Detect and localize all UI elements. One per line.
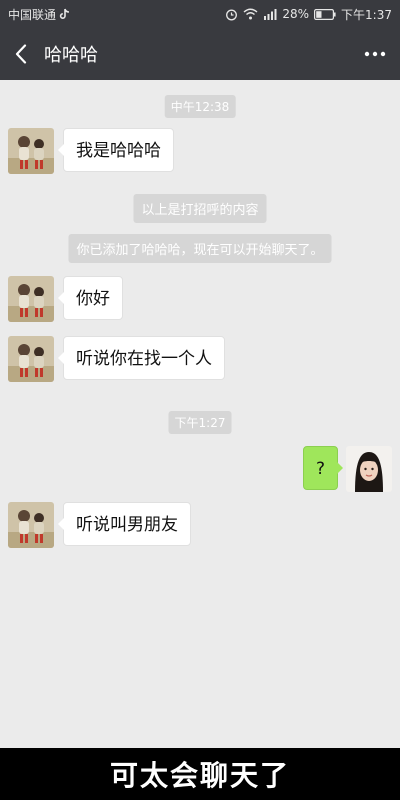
wifi-icon bbox=[243, 8, 258, 20]
contact-avatar[interactable] bbox=[8, 336, 54, 382]
alarm-icon bbox=[225, 8, 238, 21]
system-message: 以上是打招呼的内容 bbox=[133, 194, 267, 223]
message-row: 听说叫男朋友 bbox=[0, 502, 400, 548]
chat-title: 哈哈哈 bbox=[44, 45, 98, 66]
contact-avatar[interactable] bbox=[8, 502, 54, 548]
received-message[interactable]: 你好 bbox=[58, 276, 123, 320]
meme-caption: 可太会聊天了 bbox=[0, 748, 400, 800]
received-message[interactable]: 听说你在找一个人 bbox=[58, 336, 225, 380]
time-stamp: 中午12:38 bbox=[164, 95, 236, 118]
message-row: ? bbox=[0, 446, 400, 492]
tiktok-icon bbox=[59, 8, 70, 20]
message-row: 你好 bbox=[0, 276, 400, 322]
system-message: 你已添加了哈哈哈，现在可以开始聊天了。 bbox=[68, 234, 332, 263]
back-arrow-icon bbox=[15, 44, 27, 64]
more-button[interactable] bbox=[350, 28, 400, 80]
my-avatar[interactable] bbox=[346, 446, 392, 492]
clock: 下午1:37 bbox=[341, 7, 392, 22]
chat-area[interactable]: 中午12:38 我是哈哈哈 以上是打招呼的内容 你已添加了哈哈哈，现在可以开始聊… bbox=[0, 80, 400, 748]
signal-icon bbox=[263, 8, 277, 20]
chat-header: 哈哈哈 bbox=[0, 28, 400, 80]
received-message[interactable]: 我是哈哈哈 bbox=[58, 128, 174, 172]
received-message[interactable]: 听说叫男朋友 bbox=[58, 502, 191, 546]
back-button[interactable] bbox=[0, 28, 42, 80]
contact-avatar[interactable] bbox=[8, 276, 54, 322]
sent-message[interactable]: ? bbox=[302, 446, 344, 490]
contact-avatar[interactable] bbox=[8, 128, 54, 174]
status-bar: 中国联通 28% 下午1:37 bbox=[0, 0, 400, 28]
message-row: 听说你在找一个人 bbox=[0, 336, 400, 382]
more-icon bbox=[364, 51, 386, 57]
battery-percent: 28% bbox=[282, 7, 310, 21]
battery-icon bbox=[314, 8, 336, 20]
carrier-label: 中国联通 bbox=[8, 7, 57, 22]
time-stamp: 下午1:27 bbox=[168, 411, 232, 434]
message-row: 我是哈哈哈 bbox=[0, 128, 400, 174]
